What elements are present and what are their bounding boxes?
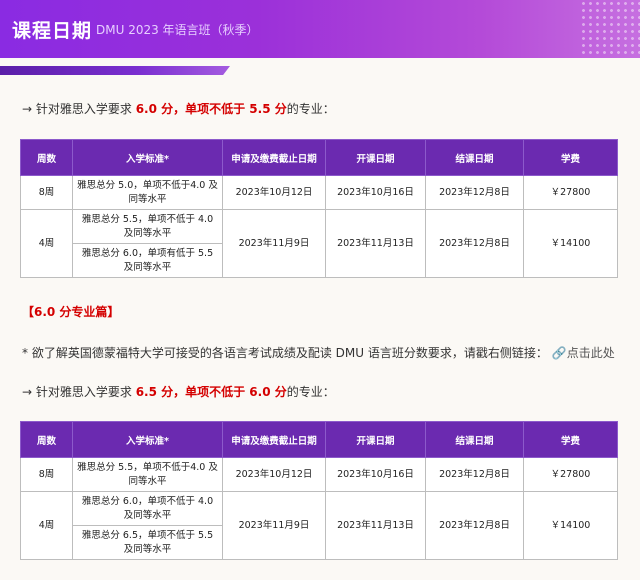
table-header-row: 周数 入学标准* 申请及缴费截止日期 开课日期 结课日期 学费 bbox=[20, 139, 618, 176]
col-header-requirement: 入学标准* bbox=[72, 421, 223, 458]
requirement-cell: 雅思总分 5.0，单项不低于4.0 及同等水平 bbox=[72, 175, 223, 210]
requirement-cell: 雅思总分 5.5，单项不低于 4.0 及同等水平 bbox=[72, 209, 223, 244]
fee-cell: ￥27800 bbox=[523, 457, 618, 492]
table-row: 4周 雅思总分 6.0，单项不低于 4.0 及同等水平 2023年11月9日 2… bbox=[20, 491, 618, 560]
deadline-cell: 2023年10月12日 bbox=[222, 457, 326, 492]
col-header-fee: 学费 bbox=[523, 421, 618, 458]
weeks-cell: 8周 bbox=[20, 457, 73, 492]
end-date-cell: 2023年12月8日 bbox=[425, 175, 524, 210]
end-date-cell: 2023年12月8日 bbox=[425, 491, 524, 560]
start-date-cell: 2023年11月13日 bbox=[325, 491, 426, 560]
deadline-cell: 2023年11月9日 bbox=[222, 491, 326, 560]
col-header-weeks: 周数 bbox=[20, 139, 73, 176]
col-header-start: 开课日期 bbox=[325, 139, 426, 176]
course-table-2: 周数 入学标准* 申请及缴费截止日期 开课日期 结课日期 学费 8周 雅思总分 … bbox=[20, 421, 618, 560]
link-icon[interactable]: 🔗 bbox=[552, 346, 567, 360]
page-header: 课程日期 DMU 2023 年语言班（秋季） bbox=[0, 0, 640, 58]
start-date-cell: 2023年11月13日 bbox=[325, 209, 426, 278]
col-header-weeks: 周数 bbox=[20, 421, 73, 458]
col-header-deadline: 申请及缴费截止日期 bbox=[222, 139, 326, 176]
requirement-score: 6.0 分，单项不低于 5.5 分 bbox=[135, 102, 287, 116]
end-date-cell: 2023年12月8日 bbox=[425, 457, 524, 492]
start-date-cell: 2023年10月16日 bbox=[325, 175, 426, 210]
course-table-1: 周数 入学标准* 申请及缴费截止日期 开课日期 结课日期 学费 8周 雅思总分 … bbox=[20, 139, 618, 278]
fee-cell: ￥14100 bbox=[523, 209, 618, 278]
deadline-cell: 2023年11月9日 bbox=[222, 209, 326, 278]
weeks-cell: 4周 bbox=[20, 491, 73, 560]
requirement-score: 6.5 分，单项不低于 6.0 分 bbox=[135, 385, 287, 399]
table-header-row: 周数 入学标准* 申请及缴费截止日期 开课日期 结课日期 学费 bbox=[20, 421, 618, 458]
table-row: 8周 雅思总分 5.0，单项不低于4.0 及同等水平 2023年10月12日 2… bbox=[20, 175, 618, 210]
requirement-line-2: → 针对雅思入学要求 6.5 分，单项不低于 6.0 分的专业： bbox=[22, 383, 335, 400]
col-header-start: 开课日期 bbox=[325, 421, 426, 458]
note-text: * 欲了解英国德蒙福特大学可接受的各语言考试成绩及配读 DMU 语言班分数要求，… bbox=[22, 346, 548, 360]
start-date-cell: 2023年10月16日 bbox=[325, 457, 426, 492]
fee-cell: ￥27800 bbox=[523, 175, 618, 210]
requirement-prefix: → 针对雅思入学要求 bbox=[22, 102, 136, 116]
dot-pattern-decoration bbox=[580, 0, 640, 58]
col-header-end: 结课日期 bbox=[425, 421, 524, 458]
requirement-prefix: → 针对雅思入学要求 bbox=[22, 385, 136, 399]
page-subtitle: DMU 2023 年语言班（秋季） bbox=[96, 23, 259, 37]
requirement-suffix: 的专业： bbox=[286, 385, 335, 399]
page-title: 课程日期 bbox=[12, 20, 93, 42]
requirement-cell: 雅思总分 6.0，单项不低于 4.0 及同等水平 bbox=[72, 491, 223, 526]
col-header-fee: 学费 bbox=[523, 139, 618, 176]
requirement-cell: 雅思总分 5.5，单项不低于4.0 及同等水平 bbox=[72, 457, 223, 492]
click-here-link[interactable]: 点击此处 bbox=[567, 346, 615, 360]
note-line: * 欲了解英国德蒙福特大学可接受的各语言考试成绩及配读 DMU 语言班分数要求，… bbox=[22, 344, 615, 361]
requirement-suffix: 的专业： bbox=[286, 102, 335, 116]
section-title: 【6.0 分专业篇】 bbox=[22, 305, 120, 319]
weeks-cell: 8周 bbox=[20, 175, 73, 210]
requirement-line-1: → 针对雅思入学要求 6.0 分，单项不低于 5.5 分的专业： bbox=[22, 100, 335, 117]
end-date-cell: 2023年12月8日 bbox=[425, 209, 524, 278]
col-header-requirement: 入学标准* bbox=[72, 139, 223, 176]
requirement-cell: 雅思总分 6.5，单项不低于 5.5 及同等水平 bbox=[72, 525, 223, 560]
fee-cell: ￥14100 bbox=[523, 491, 618, 560]
col-header-end: 结课日期 bbox=[425, 139, 524, 176]
weeks-cell: 4周 bbox=[20, 209, 73, 278]
table-row: 8周 雅思总分 5.5，单项不低于4.0 及同等水平 2023年10月12日 2… bbox=[20, 457, 618, 492]
col-header-deadline: 申请及缴费截止日期 bbox=[222, 421, 326, 458]
deadline-cell: 2023年10月12日 bbox=[222, 175, 326, 210]
table-row: 4周 雅思总分 5.5，单项不低于 4.0 及同等水平 2023年11月9日 2… bbox=[20, 209, 618, 278]
accent-bar bbox=[0, 66, 230, 75]
requirement-cell: 雅思总分 6.0，单项有低于 5.5 及同等水平 bbox=[72, 243, 223, 278]
